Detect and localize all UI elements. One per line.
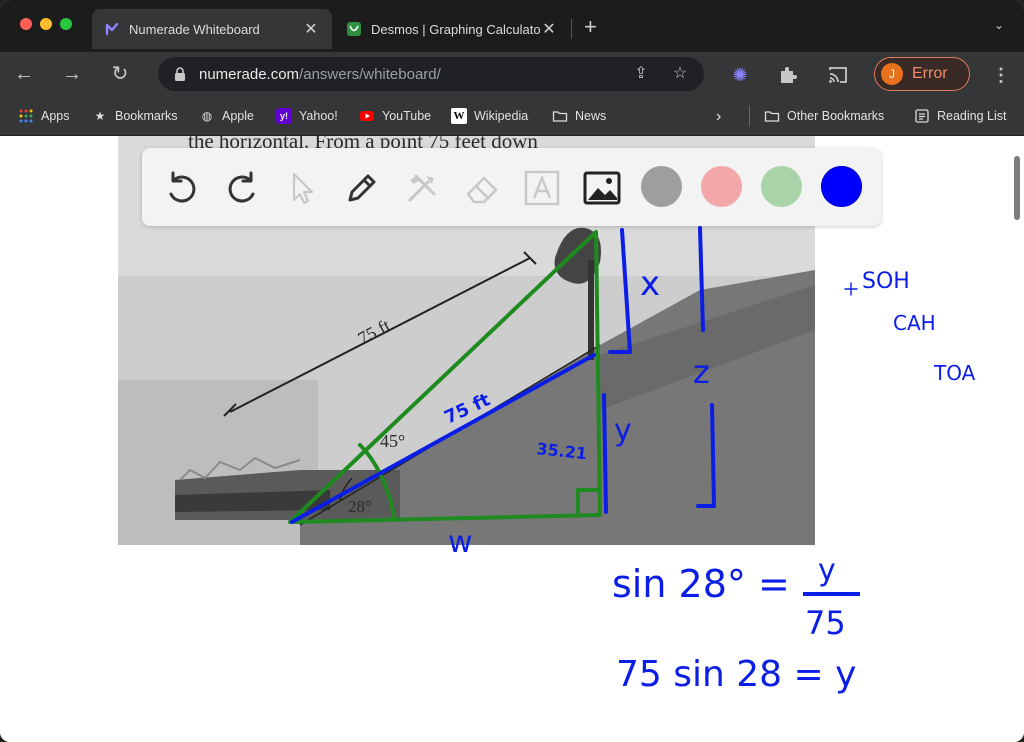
bookmark-label: Bookmarks <box>115 109 178 123</box>
tab-desmos[interactable]: Desmos | Graphing Calculator ✕ <box>336 9 568 49</box>
bookmark-news[interactable]: News <box>552 108 606 124</box>
new-tab-button[interactable]: + <box>584 14 597 40</box>
share-icon[interactable]: ⇪ <box>632 65 650 83</box>
more-menu-icon[interactable]: ⋮ <box>992 64 1010 86</box>
close-tab-icon[interactable]: ✕ <box>540 19 558 39</box>
bookmark-yahoo[interactable]: y! Yahoo! <box>276 108 338 124</box>
bookmark-label: News <box>575 109 607 123</box>
color-swatch-blue[interactable] <box>821 166 862 207</box>
numerade-logo-icon <box>105 22 119 36</box>
folder-icon <box>764 111 780 122</box>
browser-window: Numerade Whiteboard ✕ Desmos | Graphing … <box>0 0 1024 742</box>
tab-search-chevron-icon[interactable]: ⌄ <box>994 18 1004 32</box>
bookmarks-overflow-chevron-icon[interactable]: › <box>716 108 721 126</box>
tab-divider <box>571 19 572 39</box>
profile-error-button[interactable]: J Error <box>874 57 970 91</box>
handwritten-label-x: x <box>640 264 660 304</box>
equation-1-numerator: y <box>818 553 836 588</box>
bookmark-label: YouTube <box>382 109 432 123</box>
bookmark-label: Yahoo! <box>299 109 338 123</box>
equation-2: 75 sin 28 = y <box>616 654 856 695</box>
tab-strip: Numerade Whiteboard ✕ Desmos | Graphing … <box>0 0 1024 52</box>
bookmark-bookmarks[interactable]: ★ Bookmarks <box>92 108 178 124</box>
star-icon: ★ <box>94 109 106 123</box>
tab-numerade[interactable]: Numerade Whiteboard ✕ <box>92 9 332 49</box>
color-swatch-gray[interactable] <box>641 166 682 207</box>
forward-button[interactable]: → <box>58 60 86 88</box>
bookmark-youtube[interactable]: YouTube <box>359 108 431 124</box>
bookmarks-bar: Apps ★ Bookmarks ◍ Apple y! Yahoo! YouTu… <box>0 96 1024 136</box>
reload-button[interactable]: ↻ <box>106 60 134 88</box>
handwritten-label-z: z <box>693 353 710 391</box>
handwritten-label-w: w <box>448 525 473 560</box>
avatar: J <box>881 63 903 85</box>
whiteboard-canvas[interactable]: the horizontal. From a point 75 feet dow… <box>0 136 1024 742</box>
youtube-logo-icon <box>360 111 374 121</box>
bookmarks-divider <box>749 106 750 126</box>
color-swatch-green[interactable] <box>761 166 802 207</box>
reading-list-icon <box>915 109 929 123</box>
bookmark-label: Apple <box>222 109 254 123</box>
minimize-window-button[interactable] <box>40 18 52 30</box>
profile-status: Error <box>912 65 948 82</box>
bookmark-star-icon[interactable]: ☆ <box>671 65 689 83</box>
bookmark-label: Apps <box>41 109 70 123</box>
eraser-icon[interactable] <box>462 168 502 208</box>
undo-icon[interactable] <box>162 168 202 208</box>
globe-icon: ◍ <box>201 109 213 123</box>
mnemonic-soh: SOH <box>862 269 910 294</box>
yahoo-logo-icon: y! <box>276 108 292 124</box>
bookmark-apps[interactable]: Apps <box>18 108 70 124</box>
close-tab-icon[interactable]: ✕ <box>302 19 320 39</box>
whiteboard-drawing: the horizontal. From a point 75 feet dow… <box>118 136 976 695</box>
bookmark-wikipedia[interactable]: W Wikipedia <box>451 108 528 124</box>
cast-icon[interactable] <box>827 64 849 86</box>
textbook-label-28deg: 28° <box>348 497 372 516</box>
bookmark-label: Reading List <box>937 109 1007 123</box>
bookmark-label: Other Bookmarks <box>787 109 885 123</box>
color-swatch-pink[interactable] <box>701 166 742 207</box>
bookmark-apple[interactable]: ◍ Apple <box>199 108 254 124</box>
extension-numerade-icon[interactable]: ✺ <box>729 64 751 86</box>
pen-icon[interactable] <box>342 168 382 208</box>
tab-title: Numerade Whiteboard <box>129 21 260 37</box>
browser-toolbar: ← → ↻ numerade.com/answers/whiteboard/ ⇪… <box>0 52 1024 96</box>
maximize-window-button[interactable] <box>60 18 72 30</box>
url-text: numerade.com/answers/whiteboard/ <box>199 66 441 83</box>
lock-icon <box>175 67 185 81</box>
equation-1-denominator: 75 <box>805 604 846 642</box>
folder-icon <box>552 111 568 122</box>
image-icon[interactable] <box>582 168 622 208</box>
bookmark-other-bookmarks[interactable]: Other Bookmarks <box>764 108 884 124</box>
back-button[interactable]: ← <box>10 60 38 88</box>
tab-title: Desmos | Graphing Calculator <box>371 21 540 37</box>
extensions-puzzle-icon[interactable] <box>777 64 799 86</box>
vertical-scrollbar[interactable] <box>1014 156 1020 220</box>
tools-icon[interactable] <box>402 168 442 208</box>
bookmark-label: Wikipedia <box>474 109 529 123</box>
url-domain: numerade.com <box>199 66 300 83</box>
reading-list-button[interactable]: Reading List <box>914 108 1007 124</box>
select-icon[interactable] <box>282 168 322 208</box>
whiteboard-toolbar <box>142 148 881 226</box>
address-bar[interactable]: numerade.com/answers/whiteboard/ ⇪ ☆ <box>158 57 704 91</box>
mnemonic-toa: TOA <box>933 361 976 385</box>
close-window-button[interactable] <box>20 18 32 30</box>
url-path: /answers/whiteboard/ <box>299 66 441 83</box>
redo-icon[interactable] <box>222 168 262 208</box>
text-icon[interactable] <box>522 168 562 208</box>
mnemonic-cah: CAH <box>893 311 936 335</box>
handwritten-label-y: y <box>614 413 632 448</box>
desmos-logo-icon <box>347 22 361 36</box>
equation-1-left: sin 28° = <box>612 562 790 606</box>
wikipedia-logo-icon: W <box>451 108 467 124</box>
apps-grid-icon <box>19 109 33 123</box>
